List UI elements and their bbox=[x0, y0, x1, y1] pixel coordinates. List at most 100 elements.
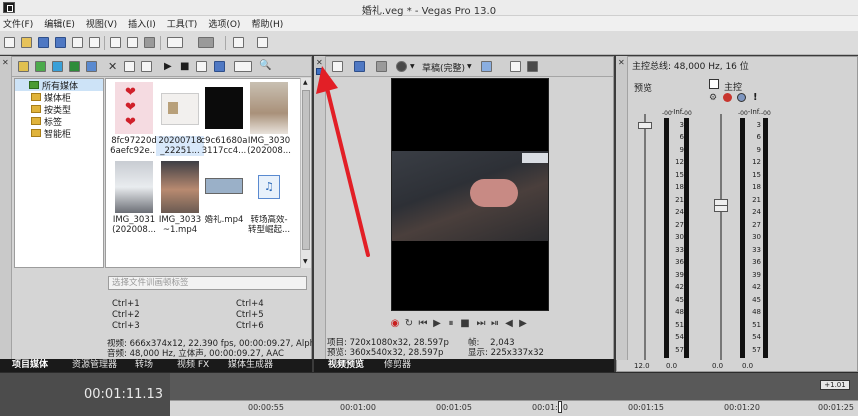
menu-view[interactable]: 视图(V) bbox=[86, 17, 117, 30]
tab-media-generators[interactable]: 媒体生成器 bbox=[228, 360, 273, 371]
import-media-icon[interactable] bbox=[18, 61, 29, 72]
hotkey-3[interactable]: Ctrl+3 bbox=[112, 321, 140, 331]
paste-icon[interactable] bbox=[144, 37, 155, 48]
views-dropdown-icon[interactable] bbox=[234, 61, 252, 72]
menu-edit[interactable]: 编辑(E) bbox=[44, 17, 75, 30]
play-icon-transport[interactable]: ▶ bbox=[432, 319, 442, 329]
tree-item-smart-bins[interactable]: 智能柜 bbox=[15, 127, 103, 140]
tree-item-by-type[interactable]: 按类型 bbox=[15, 103, 103, 116]
play-icon[interactable]: ▶ bbox=[164, 61, 172, 72]
pause-icon[interactable]: ⏸ bbox=[446, 319, 456, 329]
preview-meter-right bbox=[684, 118, 689, 358]
playback-rate[interactable]: +1.01 bbox=[820, 380, 850, 390]
mute-icon[interactable] bbox=[737, 93, 746, 102]
loop-playback-icon[interactable]: ↻ bbox=[404, 319, 414, 329]
search-icon[interactable]: 🔍 bbox=[259, 60, 271, 71]
playhead-marker[interactable] bbox=[558, 401, 562, 413]
split-screen-icon[interactable] bbox=[396, 61, 407, 72]
go-to-start-icon[interactable]: ⏭ bbox=[476, 319, 486, 329]
play-from-start-icon[interactable]: ⏮ bbox=[418, 319, 428, 329]
tag-search-input[interactable]: 选择文件训画顿标签 bbox=[108, 276, 307, 290]
stop-icon[interactable]: ■ bbox=[180, 61, 189, 72]
close-panel-icon[interactable]: ✕ bbox=[2, 58, 9, 67]
loop-icon[interactable] bbox=[196, 61, 207, 72]
save-as-icon[interactable] bbox=[55, 37, 66, 48]
record-icon[interactable]: ◉ bbox=[390, 319, 400, 329]
new-file-icon[interactable] bbox=[4, 37, 15, 48]
remove-media-icon[interactable]: ✕ bbox=[108, 60, 117, 73]
cut-icon[interactable] bbox=[110, 37, 121, 48]
close-master-icon[interactable]: ✕ bbox=[618, 58, 625, 67]
master-fader-handle-right[interactable] bbox=[714, 205, 728, 212]
media-caption-5: IMG_3031 (202008... bbox=[112, 215, 156, 235]
properties-icon[interactable] bbox=[89, 37, 100, 48]
next-frame-icon[interactable]: ▶ bbox=[518, 319, 528, 329]
scroll-down-icon[interactable]: ▼ bbox=[303, 258, 308, 265]
menu-file[interactable]: 文件(F) bbox=[3, 17, 33, 30]
prev-frame-icon[interactable]: ◀ bbox=[504, 319, 514, 329]
save-snapshot-icon[interactable] bbox=[527, 61, 538, 72]
refresh-icon[interactable] bbox=[69, 61, 80, 72]
master-scale-tick: 39 bbox=[752, 270, 761, 279]
menu-tools[interactable]: 工具(T) bbox=[167, 17, 198, 30]
render-icon[interactable] bbox=[72, 37, 83, 48]
menu-options[interactable]: 选项(O) bbox=[208, 17, 240, 30]
hotkey-4[interactable]: Ctrl+4 bbox=[236, 299, 264, 309]
media-thumb-5[interactable] bbox=[115, 161, 153, 213]
help-pointer-icon[interactable] bbox=[257, 37, 268, 48]
media-scrollbar[interactable]: ▲ ▼ bbox=[300, 78, 311, 268]
timeline-ruler[interactable]: 00:00:55 00:01:00 00:01:05 00:01:10 00:0… bbox=[170, 400, 858, 416]
media-thumb-4[interactable] bbox=[250, 82, 288, 134]
audio-file-icon[interactable]: ♫ bbox=[258, 175, 280, 199]
copy-icon[interactable] bbox=[127, 37, 138, 48]
hotkey-1[interactable]: Ctrl+1 bbox=[112, 299, 140, 309]
capture-icon[interactable] bbox=[35, 61, 46, 72]
copy-snapshot-icon[interactable] bbox=[510, 61, 521, 72]
scroll-thumb[interactable] bbox=[302, 90, 310, 250]
menu-help[interactable]: 帮助(H) bbox=[251, 17, 283, 30]
menu-insert[interactable]: 插入(I) bbox=[128, 17, 156, 30]
tree-item-all-media[interactable]: 所有媒体 bbox=[15, 79, 103, 92]
media-thumb-3[interactable] bbox=[205, 87, 243, 129]
go-to-end-icon[interactable]: ⏯ bbox=[490, 319, 500, 329]
tree-item-bins[interactable]: 媒体柜 bbox=[15, 91, 103, 104]
hotkey-6[interactable]: Ctrl+6 bbox=[236, 321, 264, 331]
ruler-label-6: 00:01:20 bbox=[724, 403, 760, 412]
save-icon[interactable] bbox=[38, 37, 49, 48]
media-caption-1: 8fc97220d 6aefc92e... bbox=[110, 136, 158, 156]
hotkey-5[interactable]: Ctrl+5 bbox=[236, 310, 264, 320]
video-fx-icon[interactable] bbox=[376, 61, 387, 72]
tab-video-preview[interactable]: 视频预览 bbox=[328, 360, 364, 371]
media-thumb-1[interactable]: ❤ ❤ ❤ bbox=[115, 82, 153, 134]
undo-icon[interactable] bbox=[167, 37, 183, 48]
scroll-up-icon[interactable]: ▲ bbox=[303, 79, 308, 86]
tab-explorer[interactable]: 资源管理器 bbox=[72, 360, 117, 371]
master-select-icon[interactable] bbox=[709, 79, 719, 89]
preview-fader-handle[interactable] bbox=[638, 122, 652, 129]
redo-icon[interactable] bbox=[198, 37, 214, 48]
chevron-down-icon[interactable]: ▼ bbox=[410, 63, 415, 70]
open-folder-icon[interactable] bbox=[21, 37, 32, 48]
hotkey-2[interactable]: Ctrl+2 bbox=[112, 310, 140, 320]
tab-video-fx[interactable]: 视频 FX bbox=[177, 360, 209, 371]
solo-icon[interactable]: ! bbox=[753, 92, 758, 103]
overlays-icon[interactable] bbox=[481, 61, 492, 72]
stop-transport-icon[interactable]: ■ bbox=[460, 319, 470, 329]
fx-chain-icon[interactable]: ⚙ bbox=[709, 93, 717, 103]
auto-preview-icon[interactable] bbox=[214, 61, 225, 72]
preview-quality-select[interactable]: 草稿(完整) bbox=[422, 61, 465, 74]
media-fx-icon[interactable] bbox=[141, 61, 152, 72]
media-properties-icon[interactable] bbox=[124, 61, 135, 72]
media-thumb-2[interactable] bbox=[161, 93, 199, 125]
edit-tool-icon[interactable] bbox=[233, 37, 244, 48]
media-thumb-6[interactable] bbox=[161, 161, 199, 213]
web-media-icon[interactable] bbox=[86, 61, 97, 72]
tree-item-tags[interactable]: 标签 bbox=[15, 115, 103, 128]
get-media-icon[interactable] bbox=[52, 61, 63, 72]
master-fx-icon[interactable] bbox=[723, 93, 732, 102]
tab-transitions[interactable]: 转场 bbox=[135, 360, 153, 371]
tab-trimmer[interactable]: 修剪器 bbox=[384, 360, 411, 371]
media-thumb-7[interactable] bbox=[205, 178, 243, 194]
tab-project-media[interactable]: 项目媒体 bbox=[12, 360, 48, 371]
quality-chevron-icon[interactable]: ▼ bbox=[467, 63, 472, 70]
